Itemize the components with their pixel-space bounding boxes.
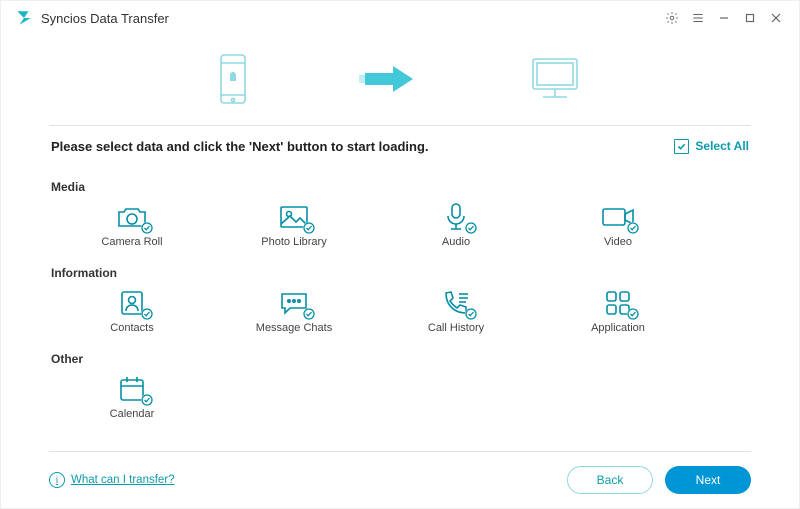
titlebar: Syncios Data Transfer — [1, 1, 799, 35]
select-all-checkbox[interactable]: Select All — [674, 139, 749, 154]
help-link-text: What can I transfer? — [71, 474, 175, 486]
app-logo-icon — [15, 9, 33, 27]
next-button[interactable]: Next — [665, 466, 751, 494]
close-icon[interactable] — [763, 5, 789, 31]
item-label: Audio — [442, 236, 470, 248]
item-contacts[interactable]: Contacts — [51, 282, 213, 336]
item-camera-roll[interactable]: Camera Roll — [51, 196, 213, 250]
help-link[interactable]: i What can I transfer? — [49, 472, 175, 488]
transfer-arrow-icon — [359, 64, 417, 94]
data-categories: Media Camera Roll Photo Library — [1, 160, 799, 422]
calendar-icon — [114, 374, 150, 404]
maximize-icon[interactable] — [737, 5, 763, 31]
item-calendar[interactable]: Calendar — [51, 368, 213, 422]
item-message-chats[interactable]: Message Chats — [213, 282, 375, 336]
message-chats-icon — [276, 288, 312, 318]
item-label: Photo Library — [261, 236, 326, 248]
divider — [49, 125, 751, 126]
item-audio[interactable]: Audio — [375, 196, 537, 250]
item-label: Message Chats — [256, 322, 332, 334]
photo-library-icon — [276, 202, 312, 232]
item-label: Contacts — [110, 322, 153, 334]
help-icon: i — [49, 472, 65, 488]
item-label: Calendar — [110, 408, 155, 420]
item-label: Application — [591, 322, 645, 334]
next-button-label: Next — [696, 473, 721, 487]
camera-roll-icon — [114, 202, 150, 232]
instruction-row: Please select data and click the 'Next' … — [1, 132, 799, 160]
media-grid: Camera Roll Photo Library — [51, 196, 749, 250]
back-button-label: Back — [597, 473, 624, 487]
item-application[interactable]: Application — [537, 282, 699, 336]
information-grid: Contacts Message Chats — [51, 282, 749, 336]
audio-icon — [438, 202, 474, 232]
source-device-phone-icon — [217, 53, 249, 105]
menu-icon[interactable] — [685, 5, 711, 31]
back-button[interactable]: Back — [567, 466, 653, 494]
item-label: Call History — [428, 322, 484, 334]
item-label: Video — [604, 236, 632, 248]
item-label: Camera Roll — [101, 236, 162, 248]
transfer-diagram — [1, 39, 799, 119]
target-device-computer-icon — [527, 55, 583, 103]
call-history-icon — [438, 288, 474, 318]
application-icon — [600, 288, 636, 318]
other-grid: Calendar — [51, 368, 749, 422]
footer: i What can I transfer? Back Next — [49, 451, 751, 508]
item-video[interactable]: Video — [537, 196, 699, 250]
app-title: Syncios Data Transfer — [41, 11, 169, 26]
settings-icon[interactable] — [659, 5, 685, 31]
item-photo-library[interactable]: Photo Library — [213, 196, 375, 250]
checkbox-checked-icon — [674, 139, 689, 154]
section-title-information: Information — [51, 266, 749, 280]
section-title-other: Other — [51, 352, 749, 366]
video-icon — [600, 202, 636, 232]
section-title-media: Media — [51, 180, 749, 194]
minimize-icon[interactable] — [711, 5, 737, 31]
item-call-history[interactable]: Call History — [375, 282, 537, 336]
instruction-text: Please select data and click the 'Next' … — [51, 139, 429, 154]
contacts-icon — [114, 288, 150, 318]
select-all-label: Select All — [695, 139, 749, 153]
